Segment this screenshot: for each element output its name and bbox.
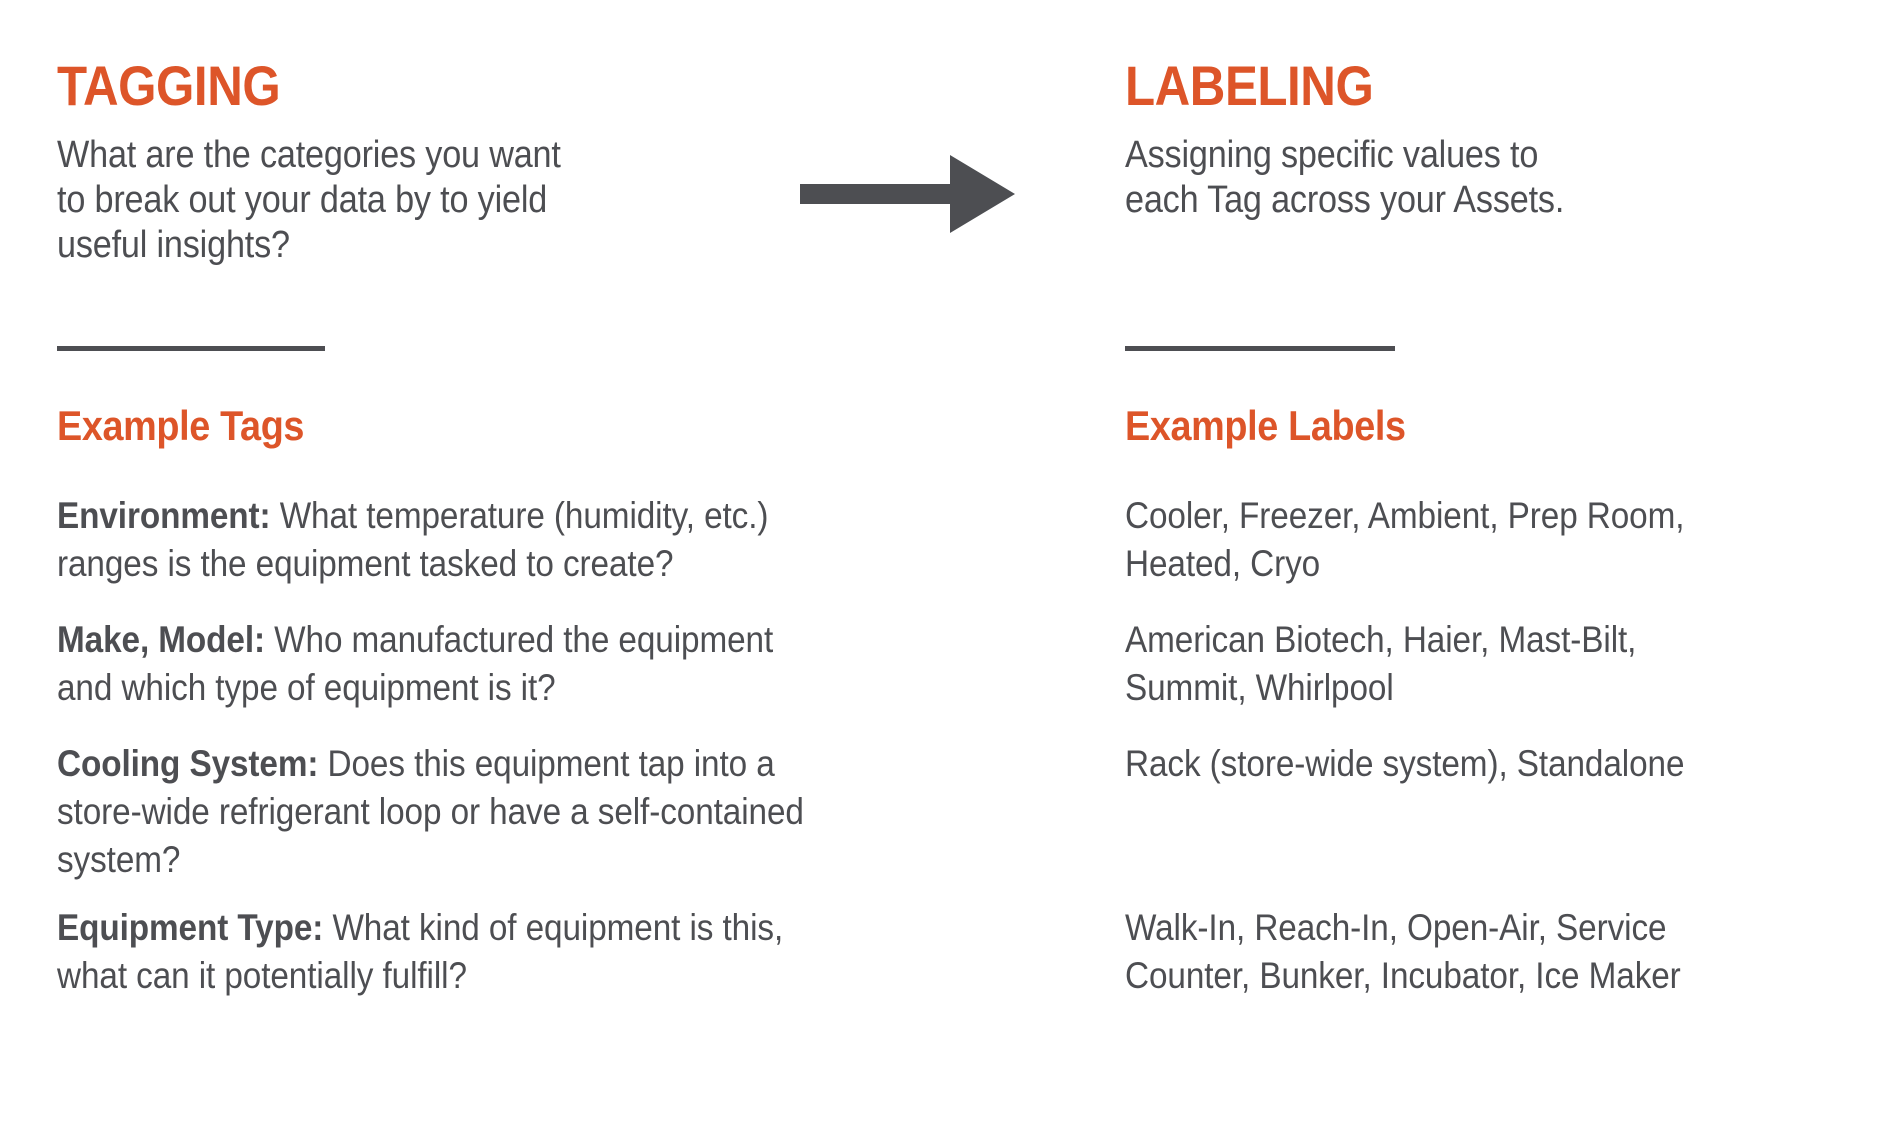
example-labels-heading: Example Labels xyxy=(1125,402,1406,449)
tagging-divider xyxy=(57,346,325,351)
tag-row-environment-lead: Environment: xyxy=(57,495,271,536)
example-tags-heading: Example Tags xyxy=(57,402,305,449)
tag-row-equipment-type: Equipment Type: What kind of equipment i… xyxy=(57,904,1038,1000)
label-row-equipment-type: Walk-In, Reach-In, Open-Air, Service Cou… xyxy=(1125,904,1827,1000)
tag-row-make-model-lead: Make, Model: xyxy=(57,619,266,660)
tag-row-make-model: Make, Model: Who manufactured the equipm… xyxy=(57,616,1038,712)
tag-row-equipment-type-lead: Equipment Type: xyxy=(57,907,324,948)
tag-row-environment: Environment: What temperature (humidity,… xyxy=(57,492,1038,588)
label-row-make-model: American Biotech, Haier, Mast-Bilt, Summ… xyxy=(1125,616,1827,712)
labeling-title: LABELING xyxy=(1125,54,1374,117)
label-row-environment: Cooler, Freezer, Ambient, Prep Room, Hea… xyxy=(1125,492,1827,588)
labeling-intro-text: Assigning specific values to each Tag ac… xyxy=(1125,134,1565,221)
tagging-title: TAGGING xyxy=(57,54,281,117)
tagging-intro-text: What are the categories you want to brea… xyxy=(57,134,561,266)
right-arrow-icon xyxy=(800,155,1015,233)
label-row-environment-text: Cooler, Freezer, Ambient, Prep Room, Hea… xyxy=(1125,495,1685,584)
tag-row-cooling-system: Cooling System: Does this equipment tap … xyxy=(57,740,1038,884)
label-row-cooling-system: Rack (store-wide system), Standalone xyxy=(1125,740,1827,788)
label-row-equipment-type-text: Walk-In, Reach-In, Open-Air, Service Cou… xyxy=(1125,907,1681,996)
label-row-cooling-system-text: Rack (store-wide system), Standalone xyxy=(1125,743,1685,784)
infographic-page: TAGGING What are the categories you want… xyxy=(0,0,1892,1140)
tag-row-cooling-system-lead: Cooling System: xyxy=(57,743,319,784)
labeling-column: LABELING Assigning specific values to ea… xyxy=(1125,0,1825,1140)
labeling-divider xyxy=(1125,346,1395,351)
label-row-make-model-text: American Biotech, Haier, Mast-Bilt, Summ… xyxy=(1125,619,1637,708)
